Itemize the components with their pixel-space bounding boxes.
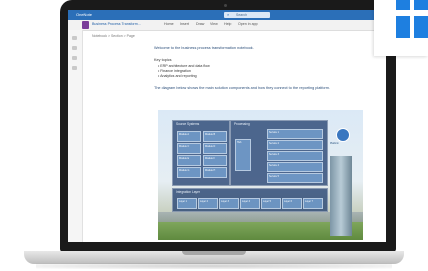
- search-icon: ⌕: [227, 12, 230, 17]
- laptop-screen: OneNote ⌕ Search Business Process Transf…: [68, 10, 386, 242]
- notebooks-icon[interactable]: [72, 36, 77, 40]
- integration-panel: Integration Layer Layer 1 Layer 2 Layer …: [172, 188, 328, 212]
- list-heading[interactable]: Key topics: [154, 58, 172, 62]
- platform-logo-icon: [336, 128, 350, 142]
- app-title: OneNote: [76, 12, 93, 17]
- logo-caption: Platform: [330, 142, 339, 145]
- breadcrumb[interactable]: Notebook > Section > Page: [92, 34, 135, 38]
- diagram-cell: Service 2: [267, 140, 323, 150]
- bullet-3[interactable]: • Analytics and reporting: [158, 74, 197, 78]
- windows-logo-badge: [374, 0, 428, 56]
- diagram-cell: Service 4: [267, 162, 323, 172]
- architecture-diagram-image[interactable]: Source Systems Module A Module B Module …: [158, 110, 363, 240]
- diagram-cell: Layer 6: [282, 198, 302, 209]
- diagram-cell: Hub: [235, 139, 251, 171]
- processing-title: Processing: [234, 122, 250, 126]
- glass-tower: [330, 156, 352, 236]
- tags-icon[interactable]: [72, 66, 77, 70]
- intro-line[interactable]: Welcome to the business process transfor…: [154, 46, 254, 50]
- diagram-cell: Module E: [177, 155, 201, 166]
- source-systems-title: Source Systems: [176, 122, 200, 126]
- search-placeholder: Search: [236, 13, 248, 17]
- diagram-cell: Layer 1: [177, 198, 197, 209]
- diagram-cell: Module A: [177, 131, 201, 142]
- tab-help[interactable]: Help: [224, 22, 231, 26]
- diagram-cell: Layer 5: [261, 198, 281, 209]
- floor-shadow: [36, 263, 392, 269]
- bullet-1[interactable]: • ERP architecture and data flow: [158, 64, 210, 68]
- app-titlebar: OneNote ⌕ Search: [68, 10, 386, 20]
- diagram-cell: Module H: [203, 167, 227, 178]
- diagram-cell: Layer 2: [198, 198, 218, 209]
- tab-insert[interactable]: Insert: [180, 22, 189, 26]
- windows-logo-icon: [396, 0, 410, 10]
- source-systems-panel: Source Systems Module A Module B Module …: [172, 120, 230, 186]
- tab-home[interactable]: Home: [164, 22, 174, 26]
- windows-logo-icon: [414, 0, 428, 10]
- pages-icon[interactable]: [72, 56, 77, 60]
- windows-logo-icon: [396, 16, 410, 38]
- search-box[interactable]: ⌕ Search: [224, 12, 270, 18]
- footer-line[interactable]: The diagram below shows the main solutio…: [154, 86, 330, 90]
- diagram-cell: Service 3: [267, 151, 323, 161]
- windows-logo-icon: [414, 16, 428, 38]
- diagram-cell: Module G: [177, 167, 201, 178]
- ribbon-tabs: Business Process Transform... Home Inser…: [68, 20, 386, 31]
- diagram-cell: Module D: [203, 143, 227, 154]
- diagram-cell: Layer 3: [219, 198, 239, 209]
- diagram-cell: Module B: [203, 131, 227, 142]
- webcam: [224, 4, 227, 7]
- bullet-2[interactable]: • Finance integration: [158, 69, 191, 73]
- tab-view[interactable]: View: [210, 22, 218, 26]
- sections-icon[interactable]: [72, 46, 77, 50]
- diagram-cell: Service 5: [267, 173, 323, 183]
- diagram-cell: Service 1: [267, 129, 323, 139]
- diagram-cell: Module F: [203, 155, 227, 166]
- tab-notebook[interactable]: Business Process Transform...: [92, 22, 141, 26]
- tab-open-in-app[interactable]: Open in app: [238, 22, 258, 26]
- diagram-cell: Module C: [177, 143, 201, 154]
- diagram-cell: Layer 4: [240, 198, 260, 209]
- notebook-icon: [82, 21, 89, 29]
- tab-draw[interactable]: Draw: [196, 22, 204, 26]
- laptop-notch: [182, 251, 246, 255]
- processing-panel: Processing Hub Service 1 Service 2 Servi…: [230, 120, 328, 186]
- integration-title: Integration Layer: [176, 190, 200, 194]
- left-rail: [68, 30, 83, 242]
- diagram-cell: Layer 7: [303, 198, 323, 209]
